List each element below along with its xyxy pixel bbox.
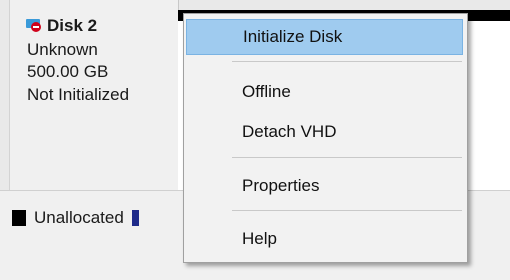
unallocated-swatch-icon — [12, 210, 26, 226]
menu-item-offline[interactable]: Offline — [186, 74, 463, 110]
menu-separator — [232, 157, 462, 158]
menu-separator — [232, 61, 462, 62]
context-menu: Initialize Disk Offline Detach VHD Prope… — [183, 13, 468, 263]
menu-item-detach-vhd[interactable]: Detach VHD — [186, 114, 463, 150]
legend-unallocated-label: Unallocated — [34, 208, 124, 227]
menu-item-initialize-disk[interactable]: Initialize Disk — [186, 19, 463, 55]
disk-status: Not Initialized — [27, 85, 130, 104]
menu-item-help[interactable]: Help — [186, 221, 463, 257]
disk-error-icon — [26, 18, 43, 34]
menu-item-label: Initialize Disk — [243, 27, 343, 46]
divider — [9, 0, 10, 190]
menu-item-label: Properties — [242, 176, 320, 195]
disk-size: 500.00 GB — [27, 62, 109, 81]
menu-item-label: Help — [242, 229, 277, 248]
menu-separator — [232, 210, 462, 211]
disk-type: Unknown — [27, 40, 98, 59]
disk-name: Disk 2 — [47, 16, 98, 35]
menu-item-properties[interactable]: Properties — [186, 168, 463, 204]
primary-partition-swatch-icon — [131, 210, 139, 226]
menu-item-label: Detach VHD — [242, 122, 337, 141]
disk-title: Disk 2 — [26, 16, 98, 36]
legend: Unallocated — [12, 208, 139, 228]
menu-item-label: Offline — [242, 82, 291, 101]
